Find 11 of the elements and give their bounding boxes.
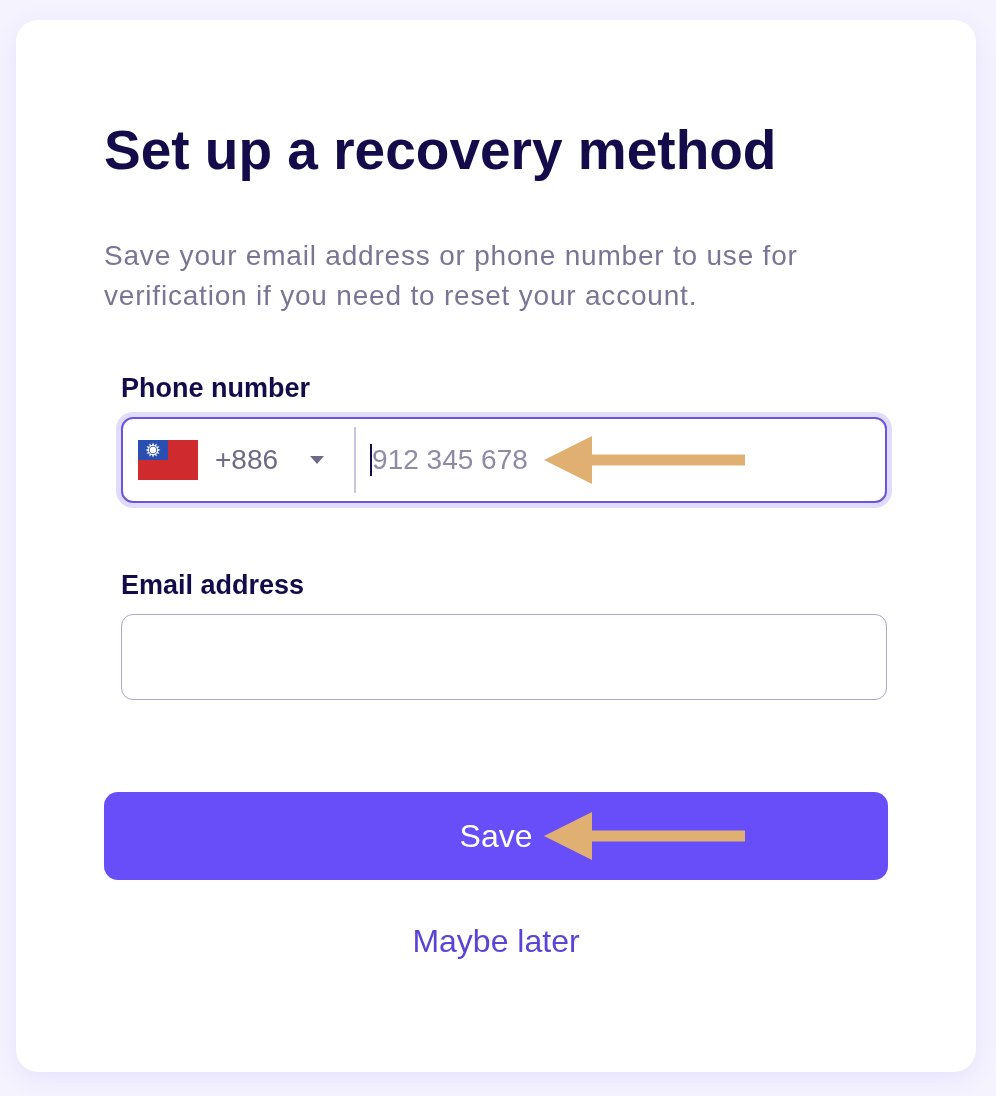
field-label: Email address (121, 569, 305, 601)
maybe-later-link[interactable]: Maybe later (412, 922, 580, 960)
country-code-selector[interactable]: +886 (123, 419, 355, 501)
description-text: Save your email address or phone number to use for verification if you need to reset your account. (104, 239, 799, 313)
text-cursor-icon (370, 444, 373, 476)
field-label: Phone number (121, 372, 310, 404)
page-title: Set up a recovery method (104, 118, 778, 182)
email-field[interactable] (121, 614, 887, 700)
caret-icon (310, 456, 325, 464)
flag-icon (138, 440, 198, 480)
save-button[interactable]: Save (104, 792, 888, 880)
